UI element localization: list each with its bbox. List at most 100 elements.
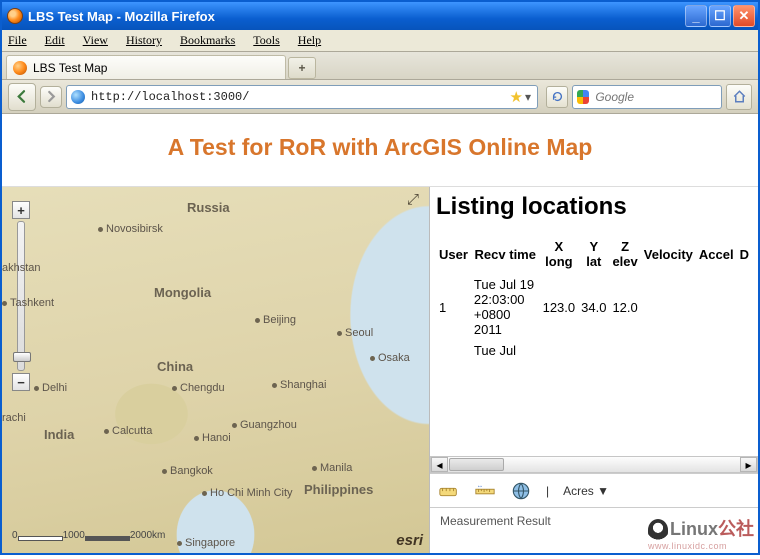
label-mongolia: Mongolia xyxy=(154,285,211,300)
scroll-thumb[interactable] xyxy=(449,458,504,471)
tab-strip: LBS Test Map + xyxy=(2,52,758,80)
listing-section: Listing locations User Recv time X long … xyxy=(430,187,758,456)
address-bar[interactable]: http://localhost:3000/ ★ ▾ xyxy=(66,85,538,109)
map-expand-icon[interactable]: ⤢ xyxy=(407,191,423,207)
label-karachi: rachi xyxy=(2,412,26,424)
cell-d xyxy=(737,274,752,341)
map-zoom-control: + − xyxy=(12,201,30,391)
table-row: Tue Jul xyxy=(436,340,752,361)
label-china: China xyxy=(157,359,193,374)
search-box[interactable] xyxy=(572,85,722,109)
label-shanghai: Shanghai xyxy=(272,379,327,391)
label-bangkok: Bangkok xyxy=(162,465,213,477)
scroll-right-button[interactable]: ▸ xyxy=(740,457,757,472)
tab-current[interactable]: LBS Test Map xyxy=(6,55,286,79)
cell-user: 1 xyxy=(436,274,471,341)
menu-view[interactable]: View xyxy=(83,33,108,48)
zoom-in-button[interactable]: + xyxy=(12,201,30,219)
globe-point-icon[interactable] xyxy=(510,481,532,501)
label-osaka: Osaka xyxy=(370,352,410,364)
cell-recv: Tue Jul xyxy=(471,340,540,361)
measure-toolbar: ↔ | Acres ▼ xyxy=(430,473,758,507)
forward-arrow-icon xyxy=(44,89,59,104)
window-minimize-button[interactable]: _ xyxy=(685,5,707,27)
unit-selector[interactable]: Acres ▼ xyxy=(563,484,609,498)
cell-velocity xyxy=(641,274,696,341)
page-heading: A Test for RoR with ArcGIS Online Map xyxy=(2,114,758,186)
horizontal-scrollbar[interactable]: ◂ ▸ xyxy=(430,456,758,473)
measurement-label: Measurement Result xyxy=(440,514,551,528)
menu-bookmarks[interactable]: Bookmarks xyxy=(180,33,235,48)
measurement-result: Measurement Result Linux公社 www.linuxidc.… xyxy=(430,507,758,553)
scroll-track[interactable] xyxy=(448,457,740,472)
menu-history[interactable]: History xyxy=(126,33,162,48)
home-button[interactable] xyxy=(726,84,752,110)
cell-z: 12.0 xyxy=(609,274,640,341)
zoom-slider[interactable] xyxy=(17,221,25,371)
cell-y: 34.0 xyxy=(578,274,609,341)
table-header-row: User Recv time X long Y lat Z elev Veloc… xyxy=(436,235,752,274)
menu-help[interactable]: Help xyxy=(298,33,321,48)
cell-accel xyxy=(696,274,737,341)
page-content: A Test for RoR with ArcGIS Online Map ⤢ … xyxy=(2,114,758,553)
home-icon xyxy=(732,89,747,104)
table-row: 1 Tue Jul 19 22:03:00 +0800 2011 123.0 3… xyxy=(436,274,752,341)
map-panel[interactable]: ⤢ + − Russia Novosibirsk Mongolia akhsta… xyxy=(2,187,430,553)
label-delhi: Delhi xyxy=(34,382,67,394)
col-velocity: Velocity xyxy=(641,235,696,274)
col-z: Z elev xyxy=(609,235,640,274)
bookmark-star-icon[interactable]: ★ xyxy=(510,88,523,106)
map-canvas[interactable]: ⤢ + − Russia Novosibirsk Mongolia akhsta… xyxy=(2,187,429,553)
ruler-icon[interactable]: ↔ xyxy=(474,481,496,501)
label-guangzhou: Guangzhou xyxy=(232,419,297,431)
url-dropdown-icon[interactable]: ▾ xyxy=(523,90,533,104)
label-novosibirsk: Novosibirsk xyxy=(98,223,163,235)
col-recv: Recv time xyxy=(471,235,540,274)
col-accel: Accel xyxy=(696,235,737,274)
reload-button[interactable] xyxy=(546,86,568,108)
google-search-icon xyxy=(577,90,589,104)
label-singapore: Singapore xyxy=(177,537,235,549)
data-panel: Listing locations User Recv time X long … xyxy=(430,187,758,553)
tab-favicon xyxy=(13,61,27,75)
search-input[interactable] xyxy=(593,89,717,105)
label-seoul: Seoul xyxy=(337,327,373,339)
url-text: http://localhost:3000/ xyxy=(91,90,506,104)
menu-edit[interactable]: Edit xyxy=(45,33,65,48)
new-tab-button[interactable]: + xyxy=(288,57,316,79)
back-button[interactable] xyxy=(8,83,36,111)
menu-bar: File Edit View History Bookmarks Tools H… xyxy=(2,30,758,52)
label-hochiminh: Ho Chi Minh City xyxy=(202,487,293,499)
label-chengdu: Chengdu xyxy=(172,382,225,394)
tab-title: LBS Test Map xyxy=(33,61,107,75)
label-philippines: Philippines xyxy=(304,482,373,497)
menu-tools[interactable]: Tools xyxy=(253,33,280,48)
label-kazakhstan: akhstan xyxy=(2,262,41,274)
site-identity-icon xyxy=(71,90,85,104)
toolbar-separator: | xyxy=(546,484,549,498)
esri-logo: esri xyxy=(396,532,423,549)
window-title: LBS Test Map - Mozilla Firefox xyxy=(28,9,683,24)
navigation-toolbar: http://localhost:3000/ ★ ▾ xyxy=(2,80,758,114)
reload-icon xyxy=(551,90,564,103)
back-arrow-icon xyxy=(15,89,30,104)
window-titlebar: LBS Test Map - Mozilla Firefox _ ☐ ✕ xyxy=(2,2,758,30)
cell-x: 123.0 xyxy=(540,274,579,341)
ruler-tape-icon[interactable] xyxy=(438,481,460,501)
cell-recv: Tue Jul 19 22:03:00 +0800 2011 xyxy=(471,274,540,341)
penguin-icon xyxy=(648,519,668,541)
menu-file[interactable]: File xyxy=(8,33,27,48)
label-calcutta: Calcutta xyxy=(104,425,152,437)
scroll-left-button[interactable]: ◂ xyxy=(431,457,448,472)
zoom-out-button[interactable]: − xyxy=(12,373,30,391)
window-maximize-button[interactable]: ☐ xyxy=(709,5,731,27)
zoom-slider-thumb[interactable] xyxy=(13,352,31,362)
locations-table: User Recv time X long Y lat Z elev Veloc… xyxy=(436,235,752,361)
label-hanoi: Hanoi xyxy=(194,432,231,444)
label-india: India xyxy=(44,427,74,442)
window-close-button[interactable]: ✕ xyxy=(733,5,755,27)
svg-text:↔: ↔ xyxy=(477,483,483,490)
col-d: D xyxy=(737,235,752,274)
label-beijing: Beijing xyxy=(255,314,296,326)
forward-button[interactable] xyxy=(40,86,62,108)
